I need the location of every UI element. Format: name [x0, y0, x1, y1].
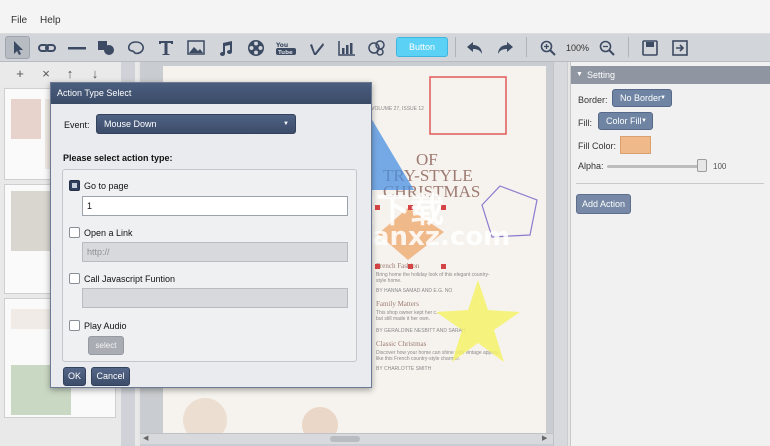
add-action-button[interactable]: Add Action	[576, 194, 631, 214]
action-type-heading: Please select action type:	[63, 153, 173, 163]
event-dropdown[interactable]: Mouse Down ▼	[96, 114, 296, 134]
fill-value: Color Fill	[606, 116, 642, 126]
alpha-label: Alpha:	[578, 161, 604, 171]
collapse-triangle-icon: ▼	[576, 71, 583, 78]
chevron-down-icon: ▼	[283, 121, 289, 127]
play-audio-checkbox[interactable]	[69, 320, 80, 331]
setting-divider	[576, 183, 764, 184]
border-dropdown[interactable]: No Border ▼	[612, 89, 672, 107]
alpha-slider-track[interactable]	[607, 165, 704, 168]
star-shape[interactable]	[436, 280, 520, 362]
vertical-scrollbar[interactable]	[553, 62, 567, 446]
chevron-down-icon: ▼	[660, 95, 666, 101]
javascript-label: Call Javascript Funtion	[84, 274, 176, 284]
ok-button[interactable]: OK	[63, 367, 86, 386]
chevron-down-icon: ▼	[641, 118, 647, 124]
link-url-input[interactable]: http://	[82, 242, 348, 262]
horizontal-scrollbar[interactable]: ◀ ▶	[140, 433, 553, 444]
page-number-input[interactable]: 1	[82, 196, 348, 216]
fill-color-label: Fill Color:	[578, 141, 617, 151]
border-value: No Border	[620, 93, 662, 103]
javascript-input[interactable]	[82, 288, 348, 308]
event-label: Event:	[64, 120, 90, 130]
alpha-slider-handle[interactable]	[697, 159, 707, 172]
event-value: Mouse Down	[104, 119, 157, 129]
play-audio-label: Play Audio	[84, 321, 127, 331]
dialog-title: Action Type Select	[51, 83, 371, 104]
open-link-label: Open a Link	[84, 228, 133, 238]
fill-color-swatch[interactable]	[620, 136, 651, 154]
fill-dropdown[interactable]: Color Fill ▼	[598, 112, 653, 130]
open-link-checkbox[interactable]	[69, 227, 80, 238]
alpha-value: 100	[713, 162, 727, 171]
select-audio-button[interactable]: select	[88, 336, 124, 355]
watermark-url: anxz.com	[372, 222, 511, 252]
go-to-page-label: Go to page	[84, 181, 129, 191]
setting-header[interactable]: ▼ Setting	[571, 66, 770, 84]
javascript-checkbox[interactable]	[69, 273, 80, 284]
border-label: Border:	[578, 95, 608, 105]
cancel-button[interactable]: Cancel	[91, 367, 130, 386]
triangle-shape[interactable]	[371, 118, 414, 190]
go-to-page-checkbox[interactable]	[69, 180, 80, 191]
fill-label: Fill:	[578, 118, 592, 128]
rectangle-shape[interactable]	[429, 76, 507, 135]
setting-title: Setting	[587, 70, 616, 80]
